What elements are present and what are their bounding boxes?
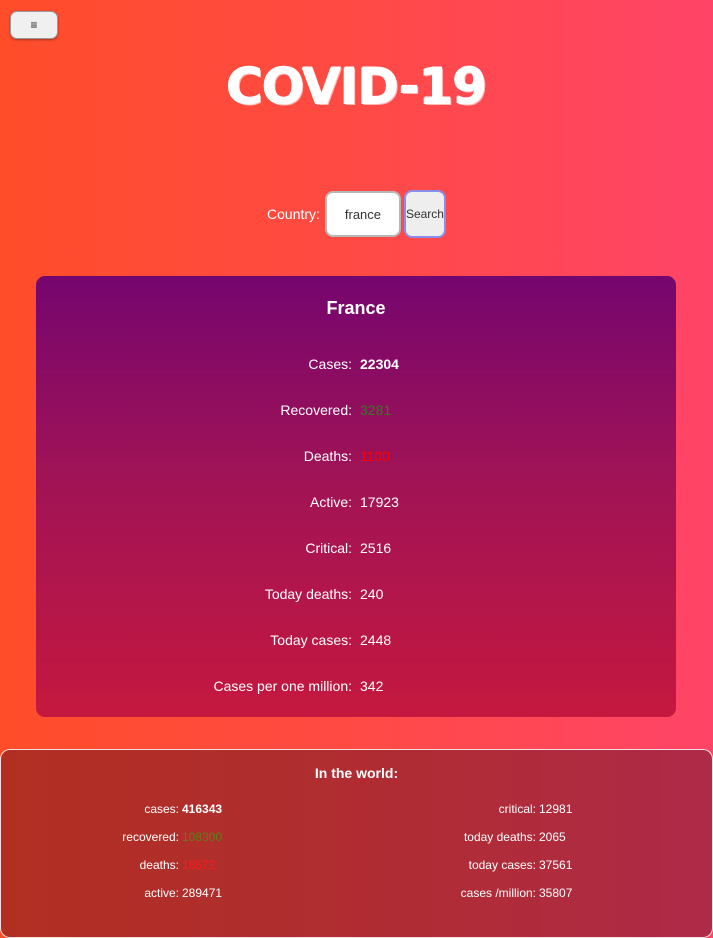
stat-label: Cases per one million: bbox=[213, 678, 352, 694]
menu-button[interactable]: ≡ bbox=[10, 11, 58, 39]
country-name: France bbox=[326, 298, 386, 318]
search-button[interactable]: Search bbox=[403, 190, 446, 238]
stat-value: 22304 bbox=[360, 356, 399, 372]
world-stat-label: critical: bbox=[498, 802, 536, 816]
world-title: In the world: bbox=[314, 765, 399, 781]
stat-label: Recovered: bbox=[280, 402, 352, 418]
world-stat-value: 2065 bbox=[539, 830, 566, 844]
stat-label: Active: bbox=[309, 494, 352, 510]
search-form: Country: Search bbox=[0, 188, 713, 240]
world-stat-value: 35807 bbox=[539, 886, 573, 900]
country-label: Country: bbox=[267, 206, 320, 222]
stat-value: 17923 bbox=[360, 494, 399, 510]
country-stat-row: Today cases: 2448 bbox=[36, 632, 676, 654]
world-stats-card: In the world: cases: 416343 recovered: 1083… bbox=[0, 749, 713, 938]
world-stat-value: 37561 bbox=[539, 858, 573, 872]
stat-label: Deaths: bbox=[303, 448, 352, 464]
world-stat-label: today deaths: bbox=[463, 830, 536, 844]
stat-value: 2516 bbox=[360, 540, 392, 556]
country-stat-row: Cases: 22304 bbox=[36, 356, 676, 378]
country-stat-row: Cases per one million: 342 bbox=[36, 678, 676, 700]
page-title: COVID-19 bbox=[226, 58, 488, 116]
country-stats-card: France Cases: 22304 Recovered: 3281 Deaths: 1… bbox=[36, 276, 676, 717]
country-stat-row: Today deaths: 240 bbox=[36, 586, 676, 608]
country-stat-row: Deaths: 1100 bbox=[36, 448, 676, 470]
stat-label: Cases: bbox=[308, 356, 352, 372]
stat-value: 240 bbox=[360, 586, 384, 602]
stat-label: Critical: bbox=[305, 540, 352, 556]
stat-value: 342 bbox=[360, 678, 384, 694]
hamburger-icon: ≡ bbox=[30, 18, 38, 32]
country-input[interactable] bbox=[324, 191, 401, 237]
world-stat-label: today cases: bbox=[468, 858, 536, 872]
stat-value: 3281 bbox=[360, 402, 392, 418]
stat-value: 1100 bbox=[360, 448, 391, 464]
country-stat-row: Recovered: 3281 bbox=[36, 402, 676, 424]
stat-label: Today deaths: bbox=[264, 586, 352, 602]
stat-label: Today cases: bbox=[270, 632, 352, 648]
country-stat-row: Critical: 2516 bbox=[36, 540, 676, 562]
world-stat-value: 12981 bbox=[539, 802, 573, 816]
stat-value: 2448 bbox=[360, 632, 392, 648]
country-stat-row: Active: 17923 bbox=[36, 494, 676, 516]
world-stat-label: cases /million: bbox=[460, 886, 536, 900]
